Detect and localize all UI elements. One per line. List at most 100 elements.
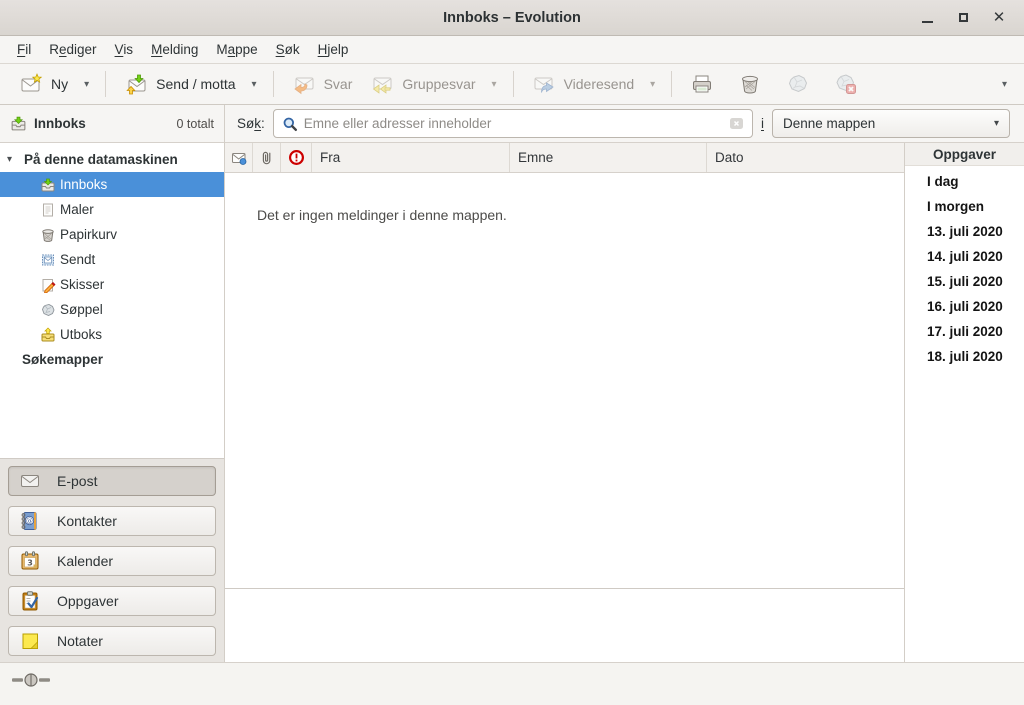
junk-icon [786,72,810,96]
tree-root-this-computer[interactable]: ▾ På denne datamaskinen [0,147,224,172]
toolbar-overflow-button[interactable]: ▾ [995,74,1014,95]
search-folders-label: Søkemapper [22,352,103,367]
calendar-icon: 3 [19,550,41,572]
task-item-date[interactable]: 15. juli 2020 [905,269,1024,294]
task-pane: Oppgaver I dag I morgen 13. juli 2020 14… [904,143,1024,662]
folder-skisser[interactable]: Skisser [0,272,224,297]
send-receive-dropdown[interactable]: ▾ [245,74,264,95]
online-status-icon[interactable] [12,673,50,687]
folder-papirkurv[interactable]: Papirkurv [0,222,224,247]
sidebar: Innboks 0 totalt ▾ På denne datamaskinen… [0,105,225,662]
folder-label: Sendt [60,252,95,267]
toolbar: Ny ▾ Send / motta ▾ Svar Gruppesvar ▾ Vi… [0,64,1024,105]
switcher-tasks-button[interactable]: Oppgaver [8,586,216,616]
minimize-icon [922,21,933,23]
column-from[interactable]: Fra [312,143,510,172]
search-entry[interactable] [273,109,753,138]
expander-icon[interactable]: ▾ [7,154,17,165]
search-input[interactable] [304,116,723,131]
tree-root-label: På denne datamaskinen [24,152,178,167]
new-message-dropdown[interactable]: ▾ [77,74,96,95]
svg-text:3: 3 [27,559,33,568]
read-status-icon [231,150,247,166]
message-list-header: Fra Emne Dato [225,143,904,173]
not-junk-icon [834,72,858,96]
search-scope-combo[interactable]: Denne mappen ▾ [772,109,1010,138]
forward-button[interactable]: Videresend [523,67,644,101]
search-label: Søk: [237,116,265,131]
menu-vis[interactable]: Vis [106,38,143,61]
scope-value: Denne mappen [783,116,875,131]
chevron-down-icon: ▾ [492,79,497,90]
delete-button[interactable] [729,67,771,101]
folder-soppel[interactable]: Søppel [0,297,224,322]
folder-label: Maler [60,202,94,217]
folder-header: Innboks 0 totalt [0,105,224,143]
column-subject[interactable]: Emne [510,143,707,172]
print-button[interactable] [681,67,723,101]
reply-button[interactable]: Svar [283,67,362,101]
menu-fil[interactable]: Fil [8,38,40,61]
close-icon: ✕ [993,10,1006,25]
window-controls: ✕ [916,7,1024,29]
folder-maler[interactable]: Maler [0,197,224,222]
folder-label: Innboks [60,177,107,192]
menu-rediger[interactable]: Rediger [40,38,105,61]
chevron-down-icon: ▾ [252,79,257,90]
sent-icon [40,252,56,268]
switcher-label: Kontakter [57,513,117,529]
folder-label: Papirkurv [60,227,117,242]
toolbar-separator [513,71,514,97]
outbox-icon [40,327,56,343]
switcher-calendar-button[interactable]: 3 Kalender [8,546,216,576]
column-status[interactable] [225,143,253,172]
maximize-button[interactable] [952,7,974,29]
not-junk-button[interactable] [825,67,867,101]
reply-all-dropdown[interactable]: ▾ [485,74,504,95]
reply-all-button[interactable]: Gruppesvar [361,67,484,101]
column-date[interactable]: Dato [707,143,904,172]
folder-innboks[interactable]: Innboks [0,172,224,197]
switcher-contacts-button[interactable]: @ Kontakter [8,506,216,536]
contacts-icon: @ [19,510,41,532]
task-item-date[interactable]: 17. juli 2020 [905,319,1024,344]
switcher-memos-button[interactable]: Notater [8,626,216,656]
task-item-date[interactable]: 16. juli 2020 [905,294,1024,319]
switcher-mail-button[interactable]: E-post [8,466,216,496]
forward-dropdown[interactable]: ▾ [643,74,662,95]
close-button[interactable]: ✕ [988,7,1010,29]
chevron-down-icon: ▾ [1002,79,1007,90]
column-attachment[interactable] [253,143,281,172]
switcher-label: Kalender [57,553,113,569]
new-message-button[interactable]: Ny [10,67,77,101]
task-pane-header[interactable]: Oppgaver [905,143,1024,166]
tree-root-search-folders[interactable]: Søkemapper [0,347,224,372]
folder-sendt[interactable]: Sendt [0,247,224,272]
junk-button[interactable] [777,67,819,101]
maximize-icon [959,13,968,22]
main-area: Søk: i Denne mappen ▾ [225,105,1024,662]
toolbar-right-group [681,67,867,101]
tasks-icon [19,590,41,612]
task-item-date[interactable]: 13. juli 2020 [905,219,1024,244]
task-item-tomorrow[interactable]: I morgen [905,194,1024,219]
menu-hjelp[interactable]: Hjelp [309,38,358,61]
send-receive-button[interactable]: Send / motta [115,67,244,101]
priority-icon [288,149,305,166]
task-item-date[interactable]: 14. juli 2020 [905,244,1024,269]
column-priority[interactable] [281,143,312,172]
menu-melding[interactable]: Melding [142,38,207,61]
task-item-date[interactable]: 18. juli 2020 [905,344,1024,369]
menu-sok[interactable]: Søk [267,38,309,61]
chevron-down-icon: ▾ [84,79,89,90]
send-receive-label: Send / motta [156,76,235,92]
paperclip-icon [259,150,275,166]
minimize-button[interactable] [916,7,938,29]
search-bar: Søk: i Denne mappen ▾ [225,105,1024,143]
reply-icon [292,72,316,96]
task-item-today[interactable]: I dag [905,169,1024,194]
menu-mappe[interactable]: Mappe [207,38,266,61]
clear-search-icon[interactable] [729,116,744,131]
send-receive-icon [124,72,148,96]
folder-utboks[interactable]: Utboks [0,322,224,347]
